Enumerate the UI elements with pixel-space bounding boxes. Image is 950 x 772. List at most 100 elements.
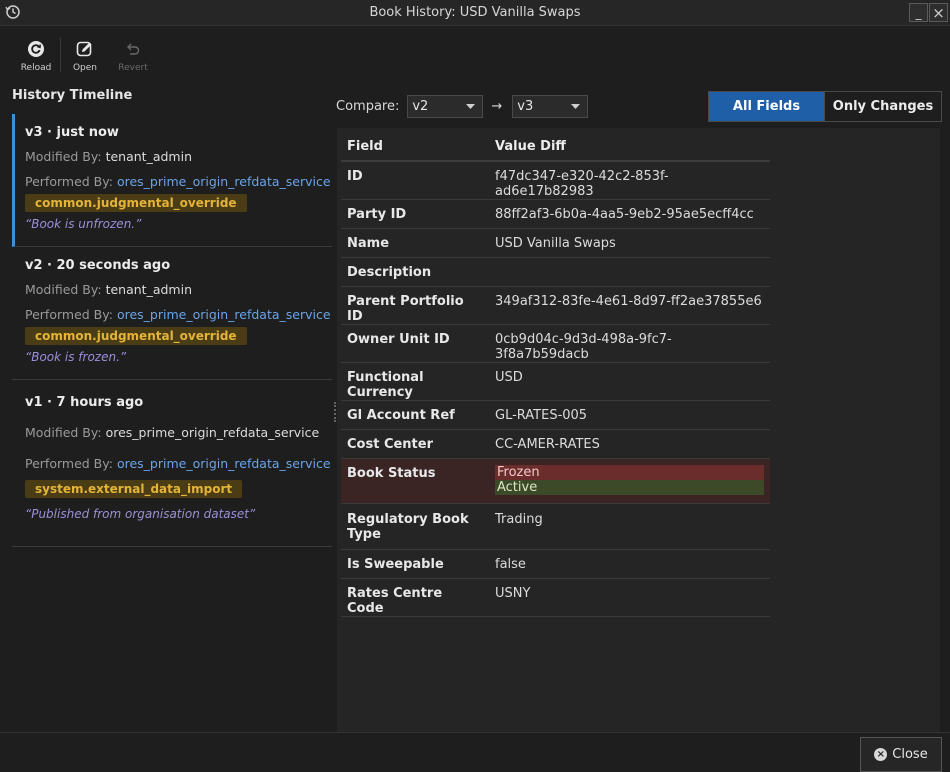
- compare-from-value: v2: [412, 99, 429, 114]
- close-icon: ×: [932, 3, 945, 22]
- title-bar: Book History: USD Vanilla Swaps _ ×: [0, 0, 950, 26]
- entry-modified-by: Modified By: tenant_admin: [25, 149, 332, 164]
- timeline-entry-v1[interactable]: v1 · 7 hours ago Modified By: ores_prime…: [12, 380, 332, 547]
- field-name: Functional Currency: [341, 362, 489, 401]
- compare-to-select[interactable]: v3: [512, 95, 589, 118]
- performed-value: ores_prime_origin_refdata_service: [116, 307, 331, 322]
- compare-bar: Compare: v2 → v3: [336, 95, 589, 118]
- table-row[interactable]: Parent Portfolio ID 349af312-83fe-4e61-8…: [341, 286, 770, 325]
- only-changes-button[interactable]: Only Changes: [824, 92, 941, 121]
- field-value: [489, 257, 770, 287]
- field-name: Parent Portfolio ID: [341, 286, 489, 325]
- new-value: Active: [495, 480, 764, 495]
- performed-label: Performed By:: [25, 174, 113, 189]
- field-name: Gl Account Ref: [341, 400, 489, 430]
- open-button[interactable]: Open: [61, 36, 109, 78]
- field-name: Name: [341, 228, 489, 258]
- reload-icon: [28, 41, 44, 57]
- performed-value: ores_prime_origin_refdata_service: [116, 456, 331, 471]
- diff-table: Field Value Diff ID f47dc347-e320-42c2-8…: [341, 132, 770, 617]
- field-value: f47dc347-e320-42c2-853f-ad6e17b82983: [489, 161, 770, 200]
- minimize-button[interactable]: _: [909, 3, 928, 22]
- revert-label: Revert: [118, 63, 148, 73]
- field-value: USD Vanilla Swaps: [489, 228, 770, 258]
- all-fields-button[interactable]: All Fields: [709, 92, 824, 121]
- change-reason-badge: common.judgmental_override: [25, 327, 247, 345]
- field-value: CC-AMER-RATES: [489, 429, 770, 459]
- table-row[interactable]: Description: [341, 257, 770, 287]
- field-name: ID: [341, 161, 489, 200]
- window-close-button[interactable]: ×: [929, 3, 948, 22]
- change-reason-badge: common.judgmental_override: [25, 194, 247, 212]
- close-label: Close: [892, 747, 928, 762]
- entry-performed-by: Performed By: ores_prime_origin_refdata_…: [25, 307, 332, 322]
- table-row-changed[interactable]: Book Status Frozen Active: [341, 458, 770, 504]
- modified-label: Modified By:: [25, 149, 102, 164]
- entry-performed-by: Performed By: ores_prime_origin_refdata_…: [25, 456, 332, 471]
- chevron-down-icon: [571, 103, 581, 109]
- chevron-down-icon: [466, 103, 476, 109]
- field-value-diff: Frozen Active: [489, 458, 770, 504]
- table-row[interactable]: Is Sweepable false: [341, 549, 770, 579]
- entry-heading: v1 · 7 hours ago: [25, 395, 144, 410]
- field-name: Description: [341, 257, 489, 287]
- performed-value: ores_prime_origin_refdata_service: [116, 174, 331, 189]
- table-row[interactable]: Owner Unit ID 0cb9d04c-9d3d-498a-9fc7-3f…: [341, 324, 770, 363]
- field-name: Owner Unit ID: [341, 324, 489, 363]
- history-timeline: History Timeline v3 · just now Modified …: [12, 88, 332, 547]
- compare-from-select[interactable]: v2: [407, 95, 484, 118]
- timeline-entry-v2[interactable]: v2 · 20 seconds ago Modified By: tenant_…: [12, 247, 332, 380]
- field-name: Rates Centre Code: [341, 578, 489, 617]
- modified-value: ores_prime_origin_refdata_service: [105, 425, 320, 440]
- field-name: Party ID: [341, 199, 489, 229]
- compare-to-value: v3: [517, 99, 534, 114]
- field-value: 88ff2af3-6b0a-4aa5-9eb2-95ae5ecff4cc: [489, 199, 770, 229]
- table-row[interactable]: Rates Centre Code USNY: [341, 578, 770, 617]
- performed-label: Performed By:: [25, 456, 113, 471]
- reload-button[interactable]: Reload: [12, 36, 60, 78]
- column-header-field: Field: [341, 132, 489, 162]
- field-value: Trading: [489, 503, 770, 550]
- close-button[interactable]: × Close: [860, 737, 942, 772]
- diff-header-row: Field Value Diff: [341, 132, 770, 162]
- modified-value: tenant_admin: [105, 149, 192, 164]
- window-title: Book History: USD Vanilla Swaps: [369, 5, 581, 20]
- field-value: GL-RATES-005: [489, 400, 770, 430]
- field-name: Cost Center: [341, 429, 489, 459]
- entry-performed-by: Performed By: ores_prime_origin_refdata_…: [25, 174, 332, 189]
- panel-splitter-handle[interactable]: [334, 402, 336, 422]
- table-row[interactable]: Regulatory Book Type Trading: [341, 503, 770, 550]
- undo-icon: [127, 43, 140, 55]
- table-row[interactable]: Name USD Vanilla Swaps: [341, 228, 770, 258]
- performed-label: Performed By:: [25, 307, 113, 322]
- timeline-entry-v3[interactable]: v3 · just now Modified By: tenant_admin …: [12, 114, 332, 247]
- table-row[interactable]: Party ID 88ff2af3-6b0a-4aa5-9eb2-95ae5ec…: [341, 199, 770, 229]
- modified-label: Modified By:: [25, 282, 102, 297]
- timeline-title: History Timeline: [12, 88, 133, 103]
- change-reason-badge: system.external_data_import: [25, 480, 243, 498]
- entry-heading: v2 · 20 seconds ago: [25, 258, 171, 273]
- field-value: false: [489, 549, 770, 579]
- diff-panel: Field Value Diff ID f47dc347-e320-42c2-8…: [337, 128, 940, 732]
- field-value: 0cb9d04c-9d3d-498a-9fc7-3f8a7b59dacb: [489, 324, 770, 363]
- modified-value: tenant_admin: [105, 282, 192, 297]
- table-row[interactable]: Functional Currency USD: [341, 362, 770, 401]
- field-name: Regulatory Book Type: [341, 503, 489, 550]
- edit-icon: [76, 41, 92, 57]
- table-row[interactable]: Cost Center CC-AMER-RATES: [341, 429, 770, 459]
- change-note: “Book is frozen.”: [25, 350, 127, 364]
- table-row[interactable]: Gl Account Ref GL-RATES-005: [341, 400, 770, 430]
- minimize-icon: _: [915, 5, 922, 20]
- entry-modified-by: Modified By: ores_prime_origin_refdata_s…: [25, 425, 332, 440]
- open-label: Open: [72, 63, 98, 73]
- old-value: Frozen: [495, 465, 764, 480]
- field-value: USD: [489, 362, 770, 401]
- close-circle-icon: ×: [874, 748, 888, 761]
- table-row[interactable]: ID f47dc347-e320-42c2-853f-ad6e17b82983: [341, 161, 770, 200]
- revert-button[interactable]: Revert: [109, 36, 157, 78]
- reload-label: Reload: [20, 63, 52, 73]
- entry-heading: v3 · just now: [25, 125, 119, 140]
- view-toggle: All Fields Only Changes: [708, 91, 942, 122]
- change-note: “Book is unfrozen.”: [25, 217, 142, 231]
- compare-label: Compare:: [336, 99, 400, 114]
